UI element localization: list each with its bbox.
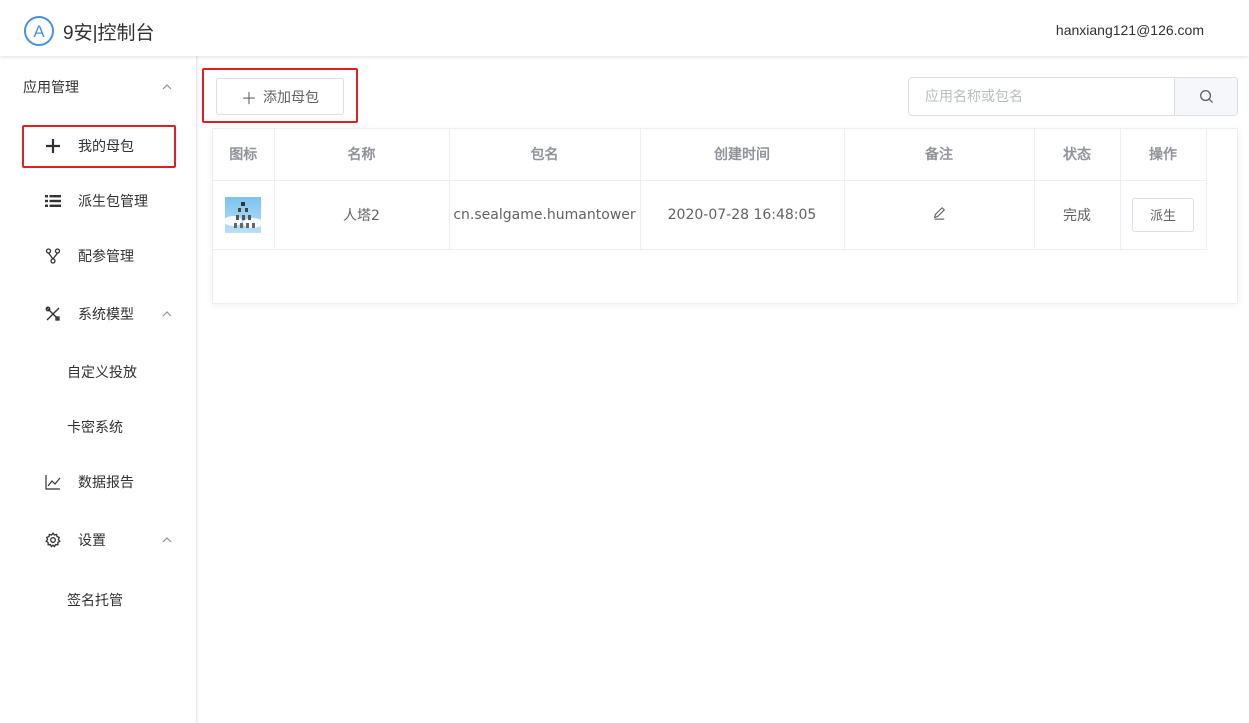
chevron-up-icon [162,537,172,543]
column-header-remark: 备注 [844,129,1035,181]
sidebar-item-card-system[interactable]: 卡密系统 [0,407,197,447]
search-box [908,77,1238,116]
chart-line-icon [44,473,62,491]
sidebar-item-label: 设置 [78,533,106,549]
column-header-created: 创建时间 [640,129,845,181]
sidebar-item-derived-packages[interactable]: 派生包管理 [0,181,197,221]
sidebar-group-app-management[interactable]: 应用管理 [0,67,197,107]
column-header-action: 操作 [1120,129,1207,181]
package-table-card: 图标 名称 包名 创建时间 备注 状态 操作 人塔2 cn.sealgame.h… [212,128,1238,304]
cell-action: 派生 [1120,180,1207,250]
sidebar-item-label: 数据报告 [78,475,134,491]
cell-created: 2020-07-28 16:48:05 [640,180,845,250]
table-row: 人塔2 cn.sealgame.humantower 2020-07-28 16… [213,180,1207,250]
main-content: ＋ 添加母包 图标 名称 包名 创建时间 备注 状态 操作 [198,56,1249,723]
top-header: A 9安|控制台 hanxiang121@126.com [0,0,1249,56]
gear-icon [44,531,62,549]
table-header-row: 图标 名称 包名 创建时间 备注 状态 操作 [213,129,1207,181]
app-icon [225,196,262,233]
package-table: 图标 名称 包名 创建时间 备注 状态 操作 人塔2 cn.sealgame.h… [213,129,1207,250]
sidebar-item-settings[interactable]: 设置 [0,520,197,560]
branch-icon [44,247,62,265]
sidebar-item-label: 派生包管理 [78,194,148,210]
sidebar-item-system-model[interactable]: 系统模型 [0,294,197,334]
logo-icon: A [24,16,54,46]
sidebar-group-label: 应用管理 [23,80,79,96]
cell-package: cn.sealgame.humantower [449,180,641,250]
edit-icon[interactable] [932,206,946,220]
sidebar: 应用管理 我的母包 派生包管理 配参管理 系统模型 自定义投放 卡密系统 数据报… [0,56,197,723]
search-input[interactable] [909,78,1174,115]
sidebar-item-label: 卡密系统 [67,420,123,436]
list-icon [44,192,62,210]
sidebar-item-label: 自定义投放 [67,365,137,381]
cell-name: 人塔2 [274,180,450,250]
sidebar-item-label: 系统模型 [78,307,134,323]
sidebar-item-data-report[interactable]: 数据报告 [0,462,197,502]
cell-status: 完成 [1034,180,1121,250]
column-header-status: 状态 [1034,129,1121,181]
sidebar-item-custom-delivery[interactable]: 自定义投放 [0,352,197,392]
derive-button[interactable]: 派生 [1132,197,1194,232]
sidebar-item-my-packages[interactable]: 我的母包 [0,126,197,166]
sidebar-item-label: 签名托管 [67,593,123,609]
tools-icon [44,305,62,323]
cell-icon [213,180,275,250]
plus-icon [44,137,62,155]
logo[interactable]: A 9安|控制台 [24,16,155,46]
sidebar-item-label: 我的母包 [78,139,134,155]
sidebar-item-signature-hosting[interactable]: 签名托管 [0,580,197,620]
cell-remark [844,180,1035,250]
add-package-button[interactable]: ＋ 添加母包 [216,78,344,115]
plus-icon: ＋ [240,88,257,108]
search-icon [1199,90,1213,104]
column-header-package: 包名 [449,129,641,181]
sidebar-item-config-params[interactable]: 配参管理 [0,236,197,276]
column-header-icon: 图标 [213,129,275,181]
user-email[interactable]: hanxiang121@126.com [1056,22,1204,38]
column-header-name: 名称 [274,129,450,181]
chevron-up-icon [162,311,172,317]
search-button[interactable] [1174,78,1237,115]
app-title: 9安|控制台 [63,22,155,44]
chevron-up-icon [162,84,172,90]
sidebar-item-label: 配参管理 [78,249,134,265]
add-package-label: 添加母包 [263,89,319,106]
